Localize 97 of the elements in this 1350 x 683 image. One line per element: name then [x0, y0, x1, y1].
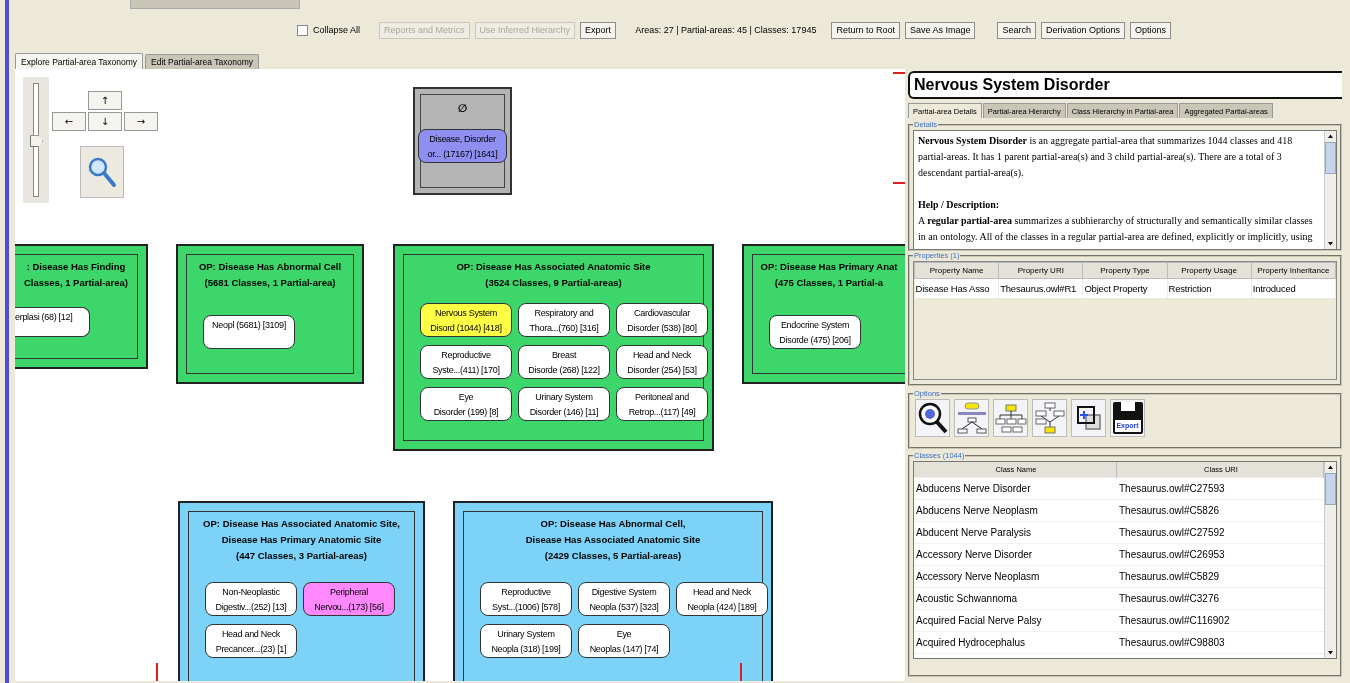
partial-area-node[interactable]: Cardiovascular Disorder (538) [80] — [616, 303, 708, 337]
slider-thumb[interactable] — [30, 135, 43, 148]
area-title: OP: Disease Has Associated Anatomic Site, Disease Has Primary Anatomic Site (447 Classes, 3 Partial-areas) — [202, 517, 401, 563]
pan-button[interactable]: ↓ — [88, 112, 122, 131]
area-node[interactable]: OP: Disease Has Abnormal Cell (5681 Classes, 1 Partial-area) Neopl (5681) [3109] — [176, 244, 364, 384]
pan-button[interactable]: → — [124, 112, 158, 131]
column-header[interactable]: Property Type — [1082, 262, 1168, 279]
partial-area-node[interactable]: Head and Neck Neopla (424) [189] — [676, 582, 768, 616]
tree-icon — [1033, 402, 1066, 434]
table-cell-text: Thesaurus.owl#C98803 — [1118, 637, 1226, 648]
toolbar-button[interactable]: Save As Image — [904, 21, 976, 39]
partial-area-node[interactable]: Respiratory and Thora...(760) [316] — [518, 303, 610, 337]
partial-area-node[interactable]: Disease, Disorder or... (17167) [1641] — [418, 129, 507, 163]
area-node[interactable]: : Disease Has Finding Classes, 1 Partial-area) erplasi (68) [12] — [15, 244, 148, 369]
partial-area-node[interactable]: Nervous System Disord (1044) [418] — [420, 303, 512, 337]
area-node[interactable] — [393, 244, 714, 451]
position-marker — [893, 72, 905, 74]
partial-area-node[interactable]: Peritoneal and Retrop...(117) [49] — [616, 387, 708, 421]
table-cell-text: Accessory Nerve Disorder — [915, 549, 1034, 560]
description-paragraph: Nervous System Disorder is an aggregate partial-area that summarizes 1044 classes and 418 partial-areas. It has 1 parent partial-area(s) and 3 child partial-area(s). There are a total of 3 descendant partial-area(s). — [918, 134, 1294, 180]
partial-area-node[interactable]: Reproductive Syst...(1006) [578] — [480, 582, 572, 616]
checkbox-label: Collapse All — [313, 25, 361, 35]
hierarchy-icon — [955, 402, 988, 434]
column-header[interactable]: Property Name — [914, 262, 999, 279]
table-cell-text: Thesaurus.owl#C26953 — [1118, 549, 1226, 560]
table-cell-text: Thesaurus.owl#C27593 — [1118, 483, 1226, 494]
pan-button[interactable]: ← — [52, 112, 86, 131]
pan-button[interactable]: ↑ — [88, 91, 122, 110]
table-cell-text: Acquired Facial Nerve Palsy — [915, 615, 1043, 626]
toolbar-button[interactable]: Options — [1130, 21, 1172, 39]
partial-area-node[interactable]: Neopl (5681) [3109] — [203, 315, 295, 349]
table-cell-text: Thesaurus.owl#C116902 — [1118, 615, 1231, 626]
column-header[interactable]: Property Inheritance — [1251, 262, 1336, 279]
scroll-thumb[interactable] — [1325, 473, 1336, 505]
position-marker — [893, 182, 905, 184]
partial-area-node[interactable]: Reproductive Syste...(411) [170] — [420, 345, 512, 379]
column-header[interactable]: Property Usage — [1167, 262, 1252, 279]
partial-area-node[interactable]: Endocrine System Disorde (475) [206] — [769, 315, 861, 349]
magnifier-icon — [917, 402, 948, 434]
toolbar-button[interactable]: Export — [580, 21, 617, 39]
partial-area-node[interactable]: Head and Neck Disorder (254) [53] — [616, 345, 708, 379]
table-cell-text: Acquired Hydrocephalus — [915, 637, 1026, 648]
description-paragraph: A regular partial-area summarizes a subhierarchy of structurally and semantically similar classes in an ontology. All of the classes in a regular partial-area are defined, explicitly or implicitly, using — [918, 214, 1314, 244]
partial-area-node[interactable]: Breast Disorde (268) [122] — [518, 345, 610, 379]
empty-set-symbol: ∅ — [457, 102, 468, 115]
scrollbar[interactable] — [1324, 462, 1336, 658]
partial-area-node[interactable]: Urinary System Disorder (146) [11] — [518, 387, 610, 421]
description-heading: Help / Description: — [918, 198, 1001, 212]
toolbar-button[interactable]: Derivation Options — [1041, 21, 1126, 39]
panel-title: Nervous System Disorder — [908, 71, 1342, 99]
table-cell-text: Abducent Nerve Paralysis — [915, 527, 1033, 538]
stats-text: Areas: 27 | Partial-areas: 45 | Classes: 17945 — [635, 25, 817, 35]
table-cell-text: Acoustic Schwannoma — [915, 593, 1019, 604]
export-aggregate-button[interactable] — [954, 399, 989, 437]
new-window-button[interactable] — [1071, 399, 1106, 437]
area-node[interactable] — [453, 501, 773, 681]
toolbar-button[interactable]: Return to Root — [831, 21, 900, 39]
tree-icon — [994, 403, 1027, 433]
area-title: OP: Disease Has Abnormal Cell (5681 Classes, 1 Partial-area) — [197, 260, 343, 290]
table-cell-text: Thesaurus.owl#C3276 — [1118, 593, 1221, 604]
zoom-button[interactable] — [80, 146, 124, 198]
toolbar-button[interactable]: Search — [997, 21, 1036, 39]
scroll-thumb[interactable] — [1325, 142, 1336, 174]
find-root-button[interactable] — [915, 399, 950, 437]
partial-area-node[interactable]: Eye Neoplas (147) [74] — [578, 624, 670, 658]
table-cell-text: Abducens Nerve Neoplasm — [915, 505, 1039, 516]
scrollbar[interactable] — [1324, 131, 1336, 249]
table-cell-text: Thesaurus.owl#C27592 — [1118, 527, 1226, 538]
table-cell-text: Accessory Nerve Neoplasm — [915, 571, 1041, 582]
partial-area-node[interactable]: Eye Disorder (199) [8] — [420, 387, 512, 421]
partial-area-node[interactable]: Head and Neck Precancer...(23) [1] — [205, 624, 297, 658]
root-area[interactable]: ∅ Disease, Disorder or... (17167) [1641] — [413, 87, 512, 195]
area-title: OP: Disease Has Abnormal Cell, Disease Has Associated Anatomic Site (2429 Classes, 5 Partial-areas) — [524, 517, 702, 563]
view-tab[interactable]: Edit Partial-area Taxonomy — [145, 54, 259, 69]
table-cell-text: Abducens Nerve Disorder — [915, 483, 1032, 494]
area-title: OP: Disease Has Associated Anatomic Site (3524 Classes, 9 Partial-areas) — [455, 260, 652, 290]
area-title: OP: Disease Has Primary Anat (475 Classes, 1 Partial-a — [759, 260, 899, 290]
view-tab[interactable]: Explore Partial-area Taxonomy — [15, 53, 144, 69]
area-node[interactable] — [178, 501, 425, 681]
magnifier-icon — [87, 156, 117, 188]
partial-area-node[interactable]: Non-Neoplastic Digestiv...(252) [13] — [205, 582, 297, 616]
column-header[interactable]: Property URI — [998, 262, 1083, 279]
zoom-slider[interactable] — [23, 77, 49, 203]
checkbox[interactable] — [297, 24, 308, 36]
area-node[interactable]: OP: Disease Has Primary Anat (475 Classes, 1 Partial-a Endocrine System Disorde (475) [206] — [742, 244, 905, 384]
position-marker — [740, 663, 742, 681]
hierarchy-button[interactable] — [993, 399, 1028, 437]
partial-area-node[interactable]: Urinary System Neopla (318) [199] — [480, 624, 572, 658]
collapse-all-checkbox[interactable]: Collapse All — [297, 24, 361, 36]
partial-area-node[interactable]: erplasi (68) [12] — [15, 307, 90, 337]
partial-area-node[interactable]: Peripheral Nervou...(173) [56] — [303, 582, 395, 616]
area-title: : Disease Has Finding Classes, 1 Partial-area) — [22, 260, 129, 290]
table-cell-text: Thesaurus.owl#C5829 — [1118, 571, 1221, 582]
table-cell: Disease Has Asso — [914, 278, 999, 298]
partial-area-node[interactable]: Digestive System Neopla (537) [323] — [578, 582, 670, 616]
position-marker — [156, 663, 158, 681]
table-cell-text: Thesaurus.owl#C5826 — [1118, 505, 1221, 516]
